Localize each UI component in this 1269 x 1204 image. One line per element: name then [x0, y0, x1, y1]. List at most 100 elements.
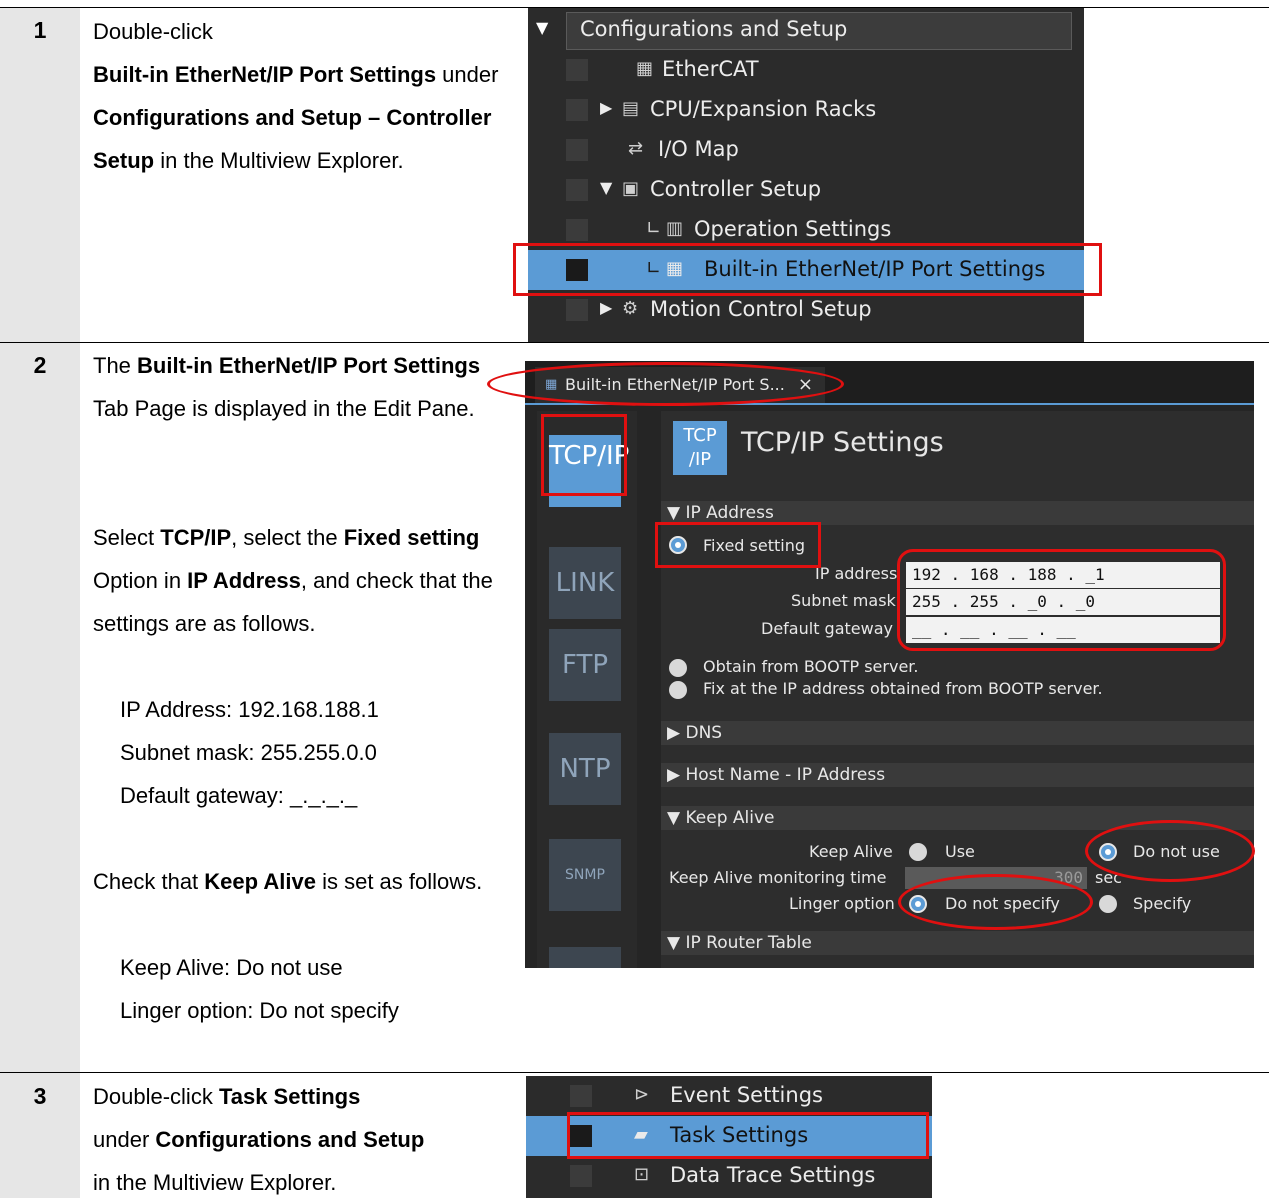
text-part: in the Multiview Explorer. [93, 1170, 337, 1195]
io-map-icon: ⇄ [628, 138, 644, 159]
setting-line: Default gateway: _._._._ [120, 783, 358, 808]
page-title: TCP/IP Settings [741, 427, 944, 458]
expand-arrow-icon[interactable]: ▶ [600, 98, 612, 117]
default-gateway-label: Default gateway [761, 619, 893, 638]
ip-address-label: IP address [815, 564, 898, 583]
subnet-mask-label: Subnet mask [791, 591, 896, 610]
tree-branch-icon: ∟ [646, 218, 662, 239]
step-2-keepalive: Keep Alive: Do not use Linger option: Do… [93, 946, 503, 1032]
tree-item-label: CPU/Expansion Racks [650, 97, 877, 121]
tree-item-cpu-racks[interactable]: ▶ ▤ CPU/Expansion Racks [528, 90, 1084, 130]
snmp-button[interactable]: SNMP [549, 839, 621, 911]
text-part: is set as follows. [315, 869, 483, 894]
highlight-box [655, 522, 821, 568]
tree-item-label: Data Trace Settings [670, 1163, 876, 1187]
section-host-name[interactable]: ▶ Host Name - IP Address [661, 763, 1254, 787]
text-part: under [436, 62, 499, 87]
text-part: Configurations and Setup [155, 1127, 425, 1152]
link-button[interactable]: LINK [549, 547, 621, 619]
linger-option-label: Linger option [789, 894, 895, 913]
ethercat-icon: ▦ [636, 58, 654, 79]
step-column [0, 8, 80, 342]
tree-item-label: Motion Control Setup [650, 297, 872, 321]
setting-line: Keep Alive: Do not use [120, 955, 343, 980]
step-number: 2 [33, 352, 47, 378]
step-3-text: Double-click Task Settings under Configu… [93, 1075, 503, 1204]
text-part: Select [93, 525, 161, 550]
tree-item-motion-control[interactable]: ▶ ⚙ Motion Control Setup [528, 290, 1084, 330]
step-2-settings: IP Address: 192.168.188.1 Subnet mask: 2… [93, 688, 503, 817]
bootp-label: Obtain from BOOTP server. [703, 657, 919, 676]
collapse-arrow-icon[interactable]: ▼ [600, 178, 612, 197]
text-part: Built-in EtherNet/IP Port Settings [137, 353, 481, 378]
rule-2 [0, 1072, 1269, 1073]
tree-item-event-settings[interactable]: ⊳ Event Settings [526, 1076, 932, 1116]
text-part: , select the [231, 525, 344, 550]
step-number: 3 [33, 1083, 47, 1109]
tree-item-controller-setup[interactable]: ▼ ▣ Controller Setup [528, 170, 1084, 210]
step-2-select-text: Select TCP/IP, select the Fixed setting … [93, 516, 503, 645]
tree-item-label: Event Settings [670, 1083, 823, 1107]
text-part: Check that [93, 869, 205, 894]
gear-icon: ⚙ [622, 298, 639, 319]
text-part: Double-click [93, 1084, 219, 1109]
bootp-fix-radio[interactable] [669, 681, 687, 699]
setting-line: Linger option: Do not specify [120, 998, 399, 1023]
expand-arrow-icon[interactable]: ▼ [536, 18, 548, 37]
text-part: The [93, 353, 138, 378]
ftp-button[interactable]: FTP [549, 629, 621, 701]
text-part: Fixed setting [343, 525, 480, 550]
tree-item-io-map[interactable]: ⇄ I/O Map [528, 130, 1084, 170]
text-part: Tab Page is displayed in the Edit Pane. [93, 396, 475, 421]
tcpip-icon: TCP/IP [673, 421, 727, 475]
event-icon: ⊳ [634, 1084, 650, 1105]
text-part: Task Settings [218, 1084, 361, 1109]
keep-alive-label: Keep Alive [809, 842, 893, 861]
step-column [0, 343, 80, 1072]
text-part: under [93, 1127, 156, 1152]
highlight-ellipse [898, 874, 1093, 930]
tree-item-data-trace[interactable]: ⊡ Data Trace Settings [526, 1156, 932, 1196]
highlight-ellipse [487, 362, 844, 406]
rule-1 [0, 342, 1269, 343]
tree-checkbox [570, 1165, 592, 1187]
highlight-box [567, 1112, 929, 1159]
controller-icon: ▣ [622, 178, 640, 199]
step-1-text: Double-click Built-in EtherNet/IP Port S… [93, 10, 503, 182]
tree-item-label: EtherCAT [662, 57, 759, 81]
tree-checkbox [566, 99, 588, 121]
step-2-text: The Built-in EtherNet/IP Port Settings T… [93, 344, 503, 430]
bootp-radio[interactable] [669, 659, 687, 677]
text-part: Keep Alive [204, 869, 316, 894]
tree-item-label: I/O Map [658, 137, 739, 161]
highlight-box [897, 549, 1226, 651]
text-part: Double-click [93, 19, 213, 44]
tree-checkbox [566, 139, 588, 161]
tree-checkbox [570, 1085, 592, 1107]
text-part: TCP/IP [160, 525, 232, 550]
keep-alive-use-label: Use [945, 842, 975, 861]
tree-item-label: Controller Setup [650, 177, 822, 201]
tree-root-label: Configurations and Setup [580, 17, 848, 41]
data-trace-icon: ⊡ [634, 1164, 650, 1185]
text-part: Built-in EtherNet/IP Port Settings [93, 62, 437, 87]
tree-item-ethercat[interactable]: ▦ EtherCAT [528, 50, 1084, 90]
tree-checkbox [566, 299, 588, 321]
section-dns[interactable]: ▶ DNS [661, 721, 1254, 745]
highlight-ellipse [1085, 820, 1255, 882]
more-button[interactable] [549, 947, 621, 968]
linger-specify-radio[interactable] [1099, 895, 1117, 913]
setting-line: IP Address: 192.168.188.1 [120, 697, 379, 722]
text-part: Option in [93, 568, 188, 593]
tree-checkbox [566, 59, 588, 81]
settings-icon: ▥ [666, 218, 684, 239]
ntp-button[interactable]: NTP [549, 733, 621, 805]
keep-alive-use-radio[interactable] [909, 843, 927, 861]
setting-line: Subnet mask: 255.255.0.0 [120, 740, 377, 765]
bootp-fix-label: Fix at the IP address obtained from BOOT… [703, 679, 1103, 698]
linger-specify-label: Specify [1133, 894, 1192, 913]
section-ip-router-table[interactable]: ▼ IP Router Table [661, 931, 1254, 955]
expand-arrow-icon[interactable]: ▶ [600, 298, 612, 317]
rack-icon: ▤ [622, 98, 640, 119]
tree-root[interactable]: ▼ Configurations and Setup [528, 10, 1084, 50]
